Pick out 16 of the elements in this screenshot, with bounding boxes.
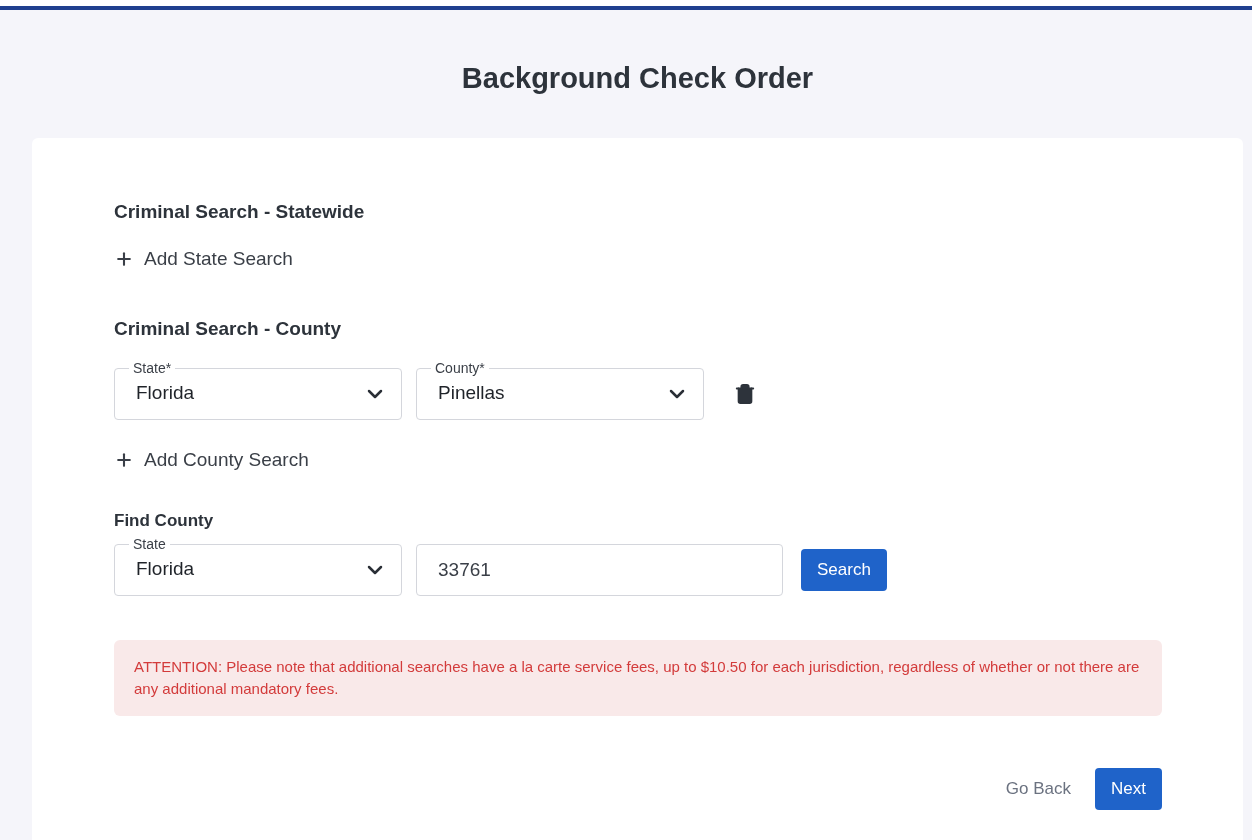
select-value: Florida <box>136 557 195 582</box>
go-back-button[interactable]: Go Back <box>1003 775 1074 802</box>
select-value: Florida <box>136 381 195 406</box>
section-heading: Criminal Search - County <box>114 317 342 341</box>
page-title: Background Check Order <box>460 61 815 96</box>
section-heading: Criminal Search - Statewide <box>114 200 366 224</box>
add-link[interactable]: Add State Search <box>114 244 293 273</box>
attention-notice: ATTENTION: Please note that additional searches have a la carte service fees, up to $10.50 for each jurisdiction, regardless of whether or not there are any additional mandatory fees. <box>114 639 1162 716</box>
search-button[interactable]: Search <box>801 548 887 591</box>
add-link[interactable]: Add County Search <box>114 445 309 474</box>
zip-input[interactable]: 33761 <box>416 543 783 596</box>
section-heading: Find County <box>114 510 215 532</box>
trash-icon <box>734 382 756 405</box>
delete-button[interactable] <box>734 382 756 405</box>
select-value: Pinellas <box>438 381 505 406</box>
next-button[interactable]: Next <box>1095 767 1162 810</box>
